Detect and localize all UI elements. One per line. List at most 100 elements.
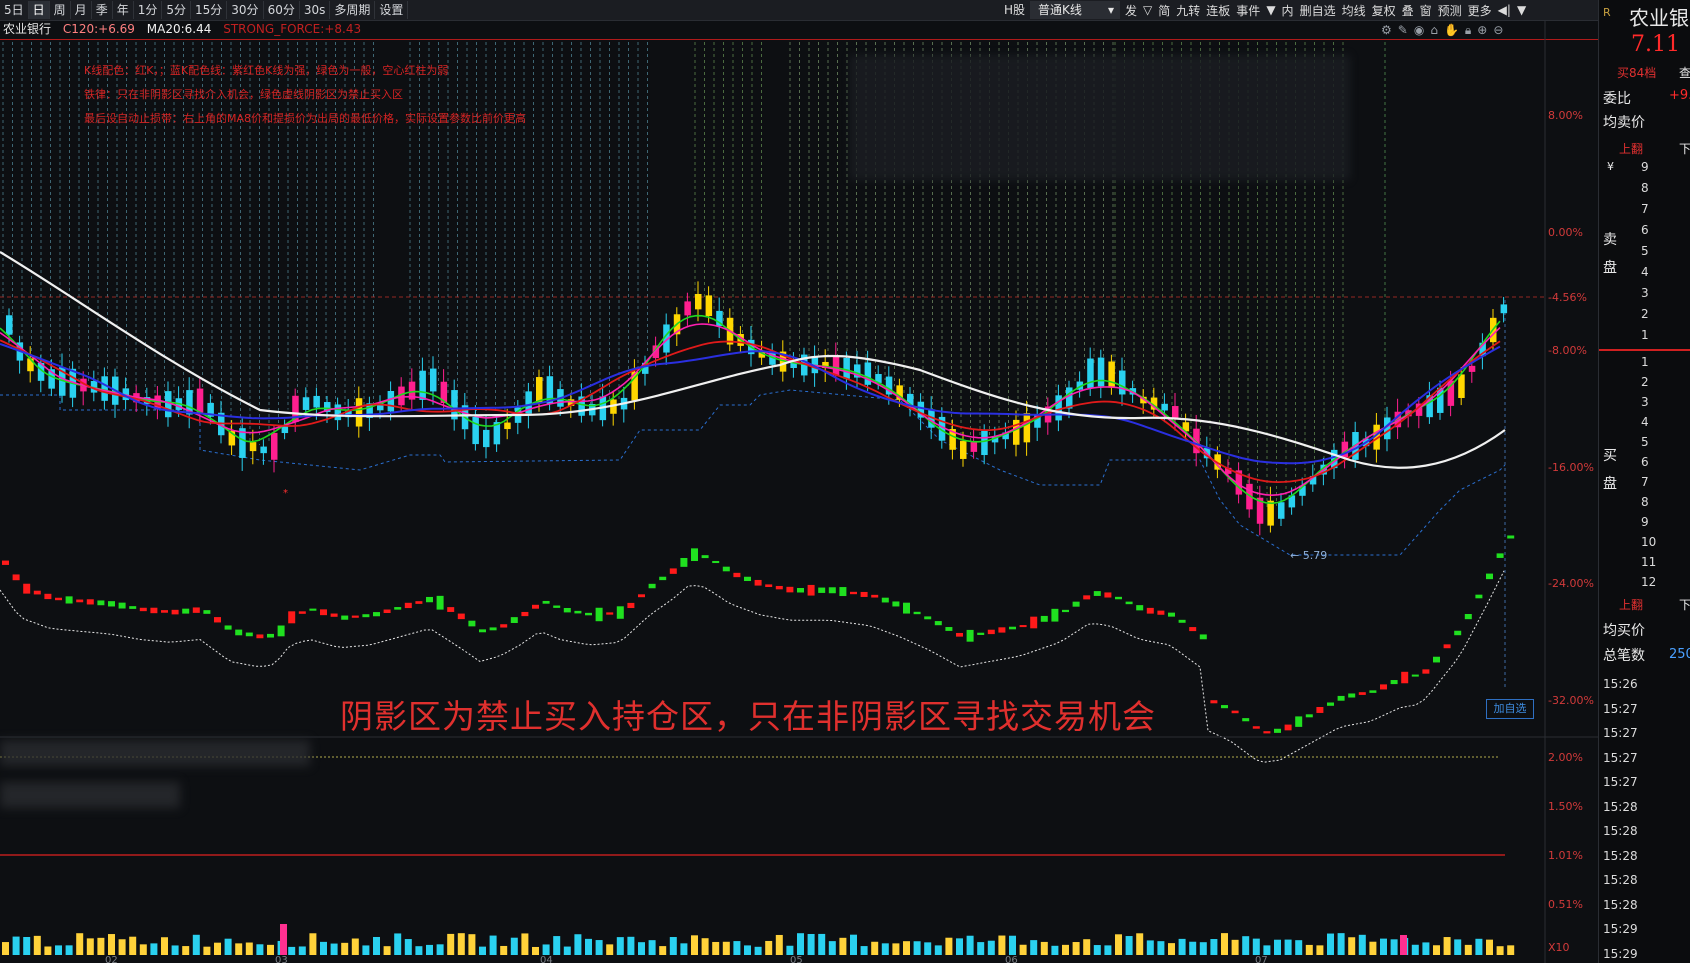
volume-bar: [267, 944, 274, 955]
lower-bar: [680, 557, 688, 567]
volume-bar: [320, 941, 327, 955]
lower-bar: [1009, 626, 1016, 630]
buy-level: 9: [1641, 515, 1649, 529]
trade-time: 15:27: [1603, 701, 1638, 716]
lower-bar: [860, 591, 868, 597]
lower-bar: [500, 624, 508, 628]
page-down-buy[interactable]: 下: [1679, 596, 1690, 613]
volume-bar: [1305, 944, 1313, 955]
lower-bar: [966, 629, 974, 642]
sell-level: 1: [1641, 328, 1649, 342]
lower-bar: [1369, 690, 1377, 693]
candle-body: [249, 442, 257, 452]
volume-bar: [1221, 933, 1228, 955]
volume-bar: [362, 945, 370, 955]
lower-bar: [373, 612, 380, 617]
kline-chart[interactable]: * ← 5.79 8.00% 0.00% -4.56% -8.00% -16.00% -24…: [0, 0, 1598, 963]
volume-bar: [1252, 938, 1260, 955]
volume-bar: [871, 941, 879, 955]
axis-label: -32.00%: [1548, 694, 1594, 707]
lower-bar: [415, 601, 423, 604]
x-tick-label: 07: [1255, 955, 1268, 963]
candle-body: [684, 301, 691, 316]
spread-line: [1599, 349, 1690, 351]
page-down-sell[interactable]: 下: [1679, 140, 1690, 157]
volume-bar: [1380, 938, 1387, 955]
volume-bar: [280, 924, 287, 955]
marker-star: *: [283, 488, 288, 499]
candle-body: [1458, 374, 1465, 398]
lower-bar: [574, 610, 582, 614]
lower-bar: [1348, 693, 1356, 698]
ma-white-line: [0, 251, 1506, 469]
lower-bar: [1454, 630, 1462, 636]
volume-bar: [998, 935, 1006, 955]
volume-bar: [733, 941, 741, 955]
volume-bar: [33, 935, 41, 955]
sell-level: 6: [1641, 223, 1649, 237]
lower-bar: [447, 607, 455, 612]
volume-bar: [606, 944, 614, 955]
lower-bar: [616, 606, 624, 619]
annotation-banner: 阴影区为禁止买入持仓区，只在非阴影区寻找交易机会: [340, 697, 1156, 736]
lower-bar: [924, 616, 932, 620]
volume-bar: [945, 937, 953, 955]
side-tab-2[interactable]: 查: [1679, 64, 1690, 81]
volume-bar: [1369, 941, 1377, 955]
volume-bar: [1146, 940, 1154, 955]
volume-bar: [913, 941, 921, 955]
volume-bar: [648, 940, 656, 955]
lower-bar: [1136, 605, 1144, 611]
candle-body: [334, 404, 342, 421]
volume-bar: [1083, 939, 1091, 955]
sell-side-label: 卖盘: [1603, 232, 1617, 276]
lower-bar: [235, 629, 243, 636]
volume-bar: [489, 935, 497, 955]
sell-level: 4: [1641, 265, 1649, 279]
axis-label: -8.00%: [1548, 344, 1587, 357]
volume-bar: [1496, 946, 1504, 955]
trade-time: 15:28: [1603, 848, 1638, 863]
volume-bar: [807, 933, 815, 955]
candle-body: [260, 446, 267, 454]
buy-level: 6: [1641, 455, 1649, 469]
volume-bar: [436, 944, 444, 955]
volume-bar: [818, 933, 826, 955]
volume-bar: [521, 933, 529, 955]
add-favorite-button[interactable]: 加自选: [1486, 699, 1534, 719]
volume-bar: [1422, 942, 1430, 955]
candle-body: [271, 432, 278, 460]
blurred-label: [0, 782, 180, 808]
volume-bar: [468, 934, 476, 955]
lower-bar: [1358, 692, 1366, 695]
volume-bar: [1316, 945, 1324, 955]
volume-bar: [701, 938, 709, 955]
trade-time: 15:28: [1603, 897, 1638, 912]
buy84-tab[interactable]: 买84档: [1617, 64, 1656, 81]
lower-bar: [86, 599, 94, 605]
lower-bar: [1051, 608, 1059, 622]
candle-body: [101, 376, 108, 401]
volume-bar: [44, 946, 52, 955]
lower-bar: [977, 632, 985, 635]
lower-bar: [913, 611, 921, 615]
volume-bar: [12, 936, 20, 955]
volume-bar: [1454, 939, 1462, 955]
lower-bar: [956, 632, 963, 637]
axis-label: -24.00%: [1548, 577, 1594, 590]
lower-bar: [1433, 656, 1440, 663]
volume-bar: [1390, 939, 1398, 955]
page-up-buy[interactable]: 上翻: [1619, 596, 1643, 613]
volume-bar: [1400, 935, 1407, 955]
volume-bar: [129, 936, 137, 955]
candle-body: [695, 293, 702, 310]
lower-bar: [850, 591, 857, 595]
page-up-sell[interactable]: 上翻: [1619, 140, 1643, 157]
lower-bar: [1178, 619, 1186, 623]
lower-bar: [733, 572, 741, 578]
sell-level: 2: [1641, 307, 1649, 321]
volume-bar: [171, 945, 179, 955]
trade-time: 15:28: [1603, 824, 1638, 838]
trade-time: 15:29: [1603, 922, 1638, 936]
lower-bar: [1411, 674, 1419, 677]
